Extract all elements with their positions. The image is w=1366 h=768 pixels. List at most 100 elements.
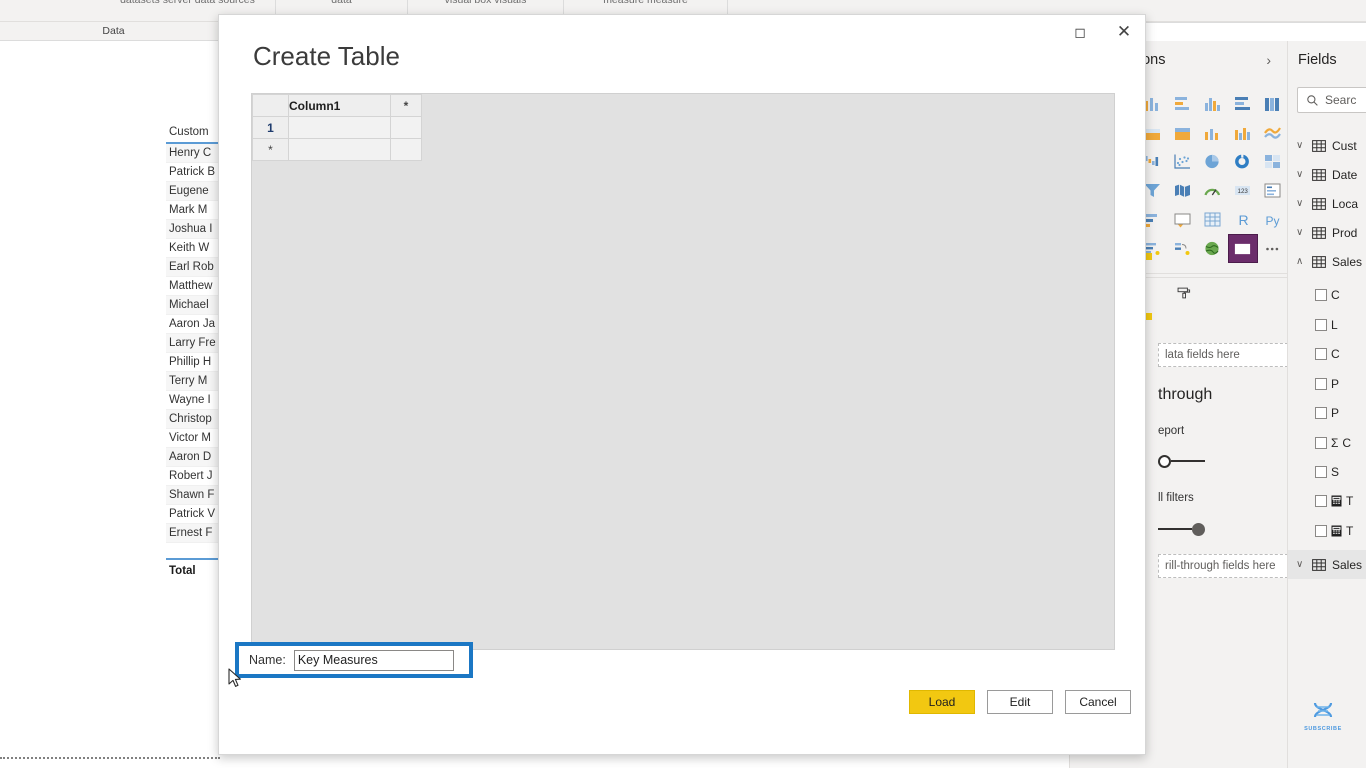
table-row[interactable]: Patrick V — [166, 505, 220, 524]
table-icon[interactable] — [1198, 205, 1228, 234]
search-input[interactable]: Searc — [1297, 87, 1366, 113]
table-name-input[interactable] — [293, 649, 454, 671]
table-row[interactable]: Aaron Ja — [166, 315, 220, 334]
fields-field-row[interactable]: P — [1315, 370, 1366, 397]
field-checkbox[interactable] — [1315, 436, 1327, 449]
field-well-dropzone[interactable]: lata fields here — [1158, 343, 1288, 367]
hundred-percent-stacked-column-icon[interactable] — [1258, 89, 1288, 118]
chevron-down-icon[interactable]: ∨ — [1296, 169, 1306, 180]
table-row[interactable]: Phillip H — [166, 353, 220, 372]
fields-table-row[interactable]: ∧ Sales — [1296, 247, 1366, 276]
cross-report-toggle[interactable] — [1158, 453, 1214, 469]
fields-field-row[interactable]: ΣC — [1315, 429, 1366, 456]
card-icon[interactable]: 123 — [1228, 176, 1258, 205]
fields-field-row[interactable]: L — [1315, 311, 1366, 338]
field-checkbox[interactable] — [1315, 288, 1327, 301]
more-options-icon[interactable] — [1258, 234, 1288, 263]
fields-table-row[interactable]: ∨ Sales — [1288, 550, 1366, 579]
custom-visual-icon[interactable] — [1228, 234, 1258, 263]
table-row[interactable]: Robert J — [166, 467, 220, 486]
line-and-stacked-column-icon[interactable] — [1198, 118, 1228, 147]
chevron-down-icon[interactable]: ∨ — [1296, 198, 1306, 209]
multi-row-card-icon[interactable] — [1258, 176, 1288, 205]
table-row[interactable]: Earl Rob — [166, 258, 220, 277]
fields-table-row[interactable]: ∨ Loca — [1296, 189, 1366, 218]
chevron-down-icon[interactable]: ∨ — [1296, 140, 1306, 151]
grid-new-column-button[interactable]: * — [390, 94, 422, 117]
chevron-down-icon[interactable]: ∨ — [1296, 559, 1306, 570]
map-icon[interactable] — [1168, 176, 1198, 205]
stacked-bar-chart-icon[interactable] — [1168, 89, 1198, 118]
stacked-area-chart-icon[interactable] — [1168, 118, 1198, 147]
table-row[interactable]: Joshua I — [166, 220, 220, 239]
field-checkbox[interactable] — [1315, 377, 1327, 390]
table-total-row: Total — [166, 558, 220, 582]
fields-field-row[interactable]: C — [1315, 340, 1366, 367]
treemap-icon[interactable] — [1258, 147, 1288, 176]
fields-table-row[interactable]: ∨ Prod — [1296, 218, 1366, 247]
r-script-visual-icon[interactable]: R — [1228, 205, 1258, 234]
chevron-down-icon[interactable]: ∨ — [1296, 227, 1306, 238]
grid-column-header[interactable]: Column1 — [288, 94, 391, 117]
table-row[interactable]: Patrick B — [166, 163, 220, 182]
python-visual-icon[interactable]: Py — [1258, 205, 1288, 234]
field-checkbox[interactable] — [1315, 524, 1327, 537]
drillthrough-field-dropzone[interactable]: rill-through fields here — [1158, 554, 1288, 578]
table-row[interactable]: Shawn F — [166, 486, 220, 505]
cancel-button[interactable]: Cancel — [1065, 690, 1131, 714]
fields-field-row[interactable]: T — [1315, 487, 1366, 514]
field-checkbox[interactable] — [1315, 465, 1327, 478]
table-row[interactable]: Matthew — [166, 277, 220, 296]
fields-field-row[interactable]: P — [1315, 399, 1366, 426]
table-editor-grid-area[interactable]: Column1 * 1 * — [251, 93, 1115, 650]
table-row[interactable]: Wayne I — [166, 391, 220, 410]
table-row[interactable]: 1 — [252, 116, 422, 139]
field-checkbox[interactable] — [1315, 406, 1327, 419]
field-checkbox[interactable] — [1315, 494, 1327, 507]
grid-cell[interactable] — [288, 116, 391, 139]
field-checkbox[interactable] — [1315, 318, 1327, 331]
arcgis-map-icon[interactable] — [1198, 234, 1228, 263]
table-row[interactable]: Michael — [166, 296, 220, 315]
pie-chart-icon[interactable] — [1198, 147, 1228, 176]
chevron-right-icon[interactable]: › — [1266, 52, 1271, 68]
table-row[interactable]: Henry C — [166, 144, 220, 163]
keep-all-filters-toggle[interactable] — [1158, 521, 1214, 537]
slicer-icon[interactable] — [1168, 205, 1198, 234]
table-row[interactable]: * — [252, 138, 422, 161]
clustered-column-chart-icon[interactable] — [1198, 89, 1228, 118]
customer-table-visual[interactable]: Custom Henry C Patrick B Eugene Mark M Joshu… — [166, 122, 220, 582]
fields-field-row[interactable]: T — [1315, 517, 1366, 544]
gauge-chart-icon[interactable] — [1198, 176, 1228, 205]
table-row[interactable]: Keith W — [166, 239, 220, 258]
table-row[interactable]: Mark M — [166, 201, 220, 220]
create-table-grid[interactable]: Column1 * 1 * — [252, 94, 422, 161]
table-row[interactable]: Victor M — [166, 429, 220, 448]
table-row[interactable]: Aaron D — [166, 448, 220, 467]
ribbon-chart-icon[interactable] — [1258, 118, 1288, 147]
donut-chart-icon[interactable] — [1228, 147, 1258, 176]
format-tab[interactable] — [1138, 277, 1288, 311]
fields-field-row[interactable]: S — [1315, 458, 1366, 485]
chevron-up-icon[interactable]: ∧ — [1296, 256, 1306, 267]
table-row[interactable]: Terry M — [166, 372, 220, 391]
edit-button[interactable]: Edit — [987, 690, 1053, 714]
maximize-icon[interactable]: ◻ — [1059, 17, 1101, 47]
fields-field-row[interactable]: C — [1315, 281, 1366, 308]
table-row[interactable]: Eugene — [166, 182, 220, 201]
load-button[interactable]: Load — [909, 690, 975, 714]
scatter-chart-icon[interactable] — [1168, 147, 1198, 176]
clustered-bar-chart-icon[interactable] — [1228, 89, 1258, 118]
close-icon[interactable]: ✕ — [1103, 17, 1145, 47]
ribbon-subtab-data[interactable]: Data — [0, 22, 228, 41]
decomposition-tree-icon[interactable] — [1168, 234, 1198, 263]
visual-type-gallery[interactable]: 123 R Py — [1138, 89, 1288, 263]
fields-table-row[interactable]: ∨ Cust — [1296, 131, 1366, 160]
grid-cell[interactable] — [288, 138, 391, 161]
line-and-clustered-column-icon[interactable] — [1228, 118, 1258, 147]
field-checkbox[interactable] — [1315, 347, 1327, 360]
table-row[interactable]: Ernest F — [166, 524, 220, 543]
table-row[interactable]: Christop — [166, 410, 220, 429]
fields-table-row[interactable]: ∨ Date — [1296, 160, 1366, 189]
table-row[interactable]: Larry Fre — [166, 334, 220, 353]
